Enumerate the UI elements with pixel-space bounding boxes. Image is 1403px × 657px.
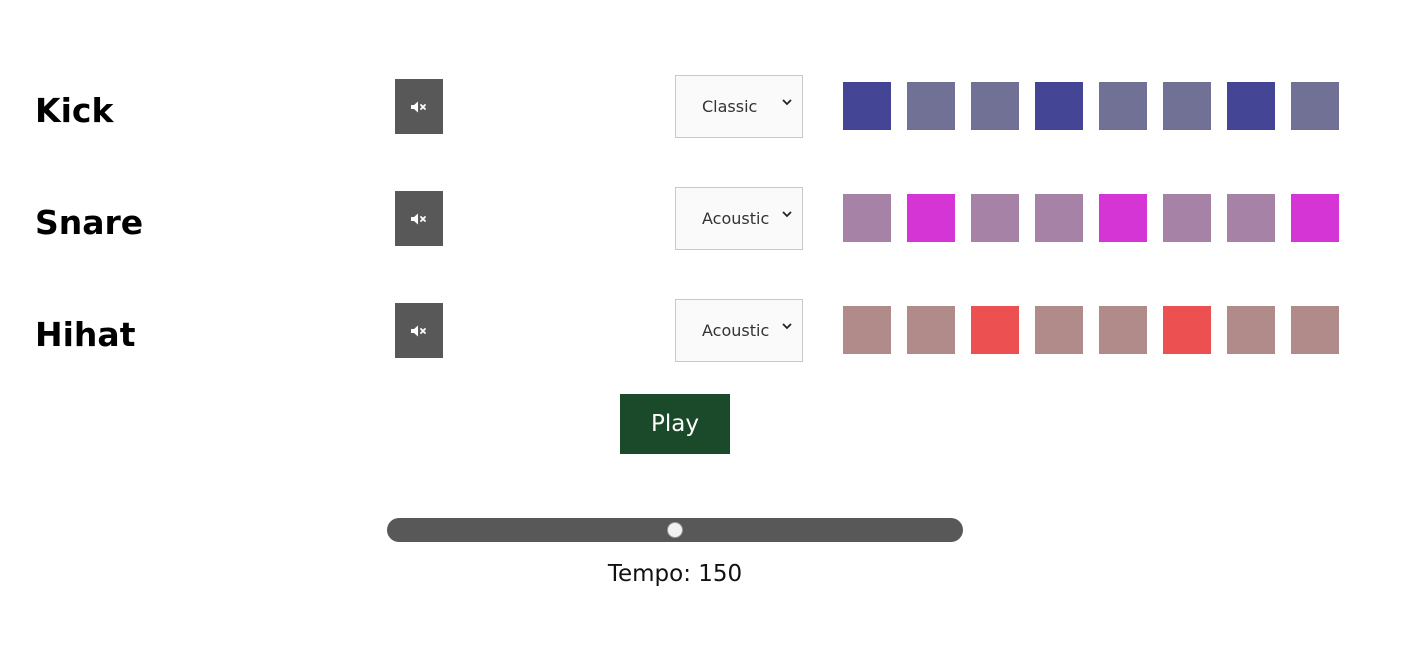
tempo-slider[interactable] [387,518,963,542]
step-cell[interactable] [1035,194,1083,242]
track-name: Kick [35,91,114,130]
track-row-snare: Snare Acoustic [0,187,1403,255]
track-name: Hihat [35,315,136,354]
step-cell[interactable] [907,306,955,354]
step-cell-active[interactable] [1099,194,1147,242]
play-button[interactable]: Play [620,394,730,454]
track-name: Snare [35,203,144,242]
track-row-hihat: Hihat Acoustic [0,299,1403,367]
kit-select[interactable]: Acoustic [675,187,803,250]
kit-select-value: Acoustic [702,321,770,340]
step-cell[interactable] [1099,306,1147,354]
speaker-muted-icon [411,101,426,112]
mute-button[interactable] [395,191,443,246]
step-cell-active[interactable] [1163,306,1211,354]
step-cell[interactable] [843,194,891,242]
kit-select-value: Classic [702,97,758,116]
track-row-kick: Kick Classic [0,75,1403,143]
chevron-down-icon [782,323,792,330]
step-cell-active[interactable] [1035,82,1083,130]
mute-button[interactable] [395,79,443,134]
step-cell-active[interactable] [907,194,955,242]
tempo-label: Tempo: 150 [607,561,743,587]
step-cell[interactable] [1227,194,1275,242]
step-cell-active[interactable] [1291,194,1339,242]
step-cell[interactable] [1291,82,1339,130]
step-cell[interactable] [971,194,1019,242]
step-cell[interactable] [1163,82,1211,130]
kit-select-value: Acoustic [702,209,770,228]
chevron-down-icon [782,211,792,218]
step-cell[interactable] [1163,194,1211,242]
step-cell[interactable] [1035,306,1083,354]
speaker-muted-icon [411,325,426,336]
tempo-slider-thumb[interactable] [667,522,683,538]
step-cell-active[interactable] [1227,82,1275,130]
mute-button[interactable] [395,303,443,358]
step-cell[interactable] [1291,306,1339,354]
step-cell-active[interactable] [843,82,891,130]
step-cell[interactable] [1227,306,1275,354]
step-cell[interactable] [1099,82,1147,130]
step-cell[interactable] [843,306,891,354]
chevron-down-icon [782,99,792,106]
kit-select[interactable]: Acoustic [675,299,803,362]
kit-select[interactable]: Classic [675,75,803,138]
speaker-muted-icon [411,213,426,224]
step-cell-active[interactable] [971,306,1019,354]
step-cell[interactable] [907,82,955,130]
step-cell[interactable] [971,82,1019,130]
